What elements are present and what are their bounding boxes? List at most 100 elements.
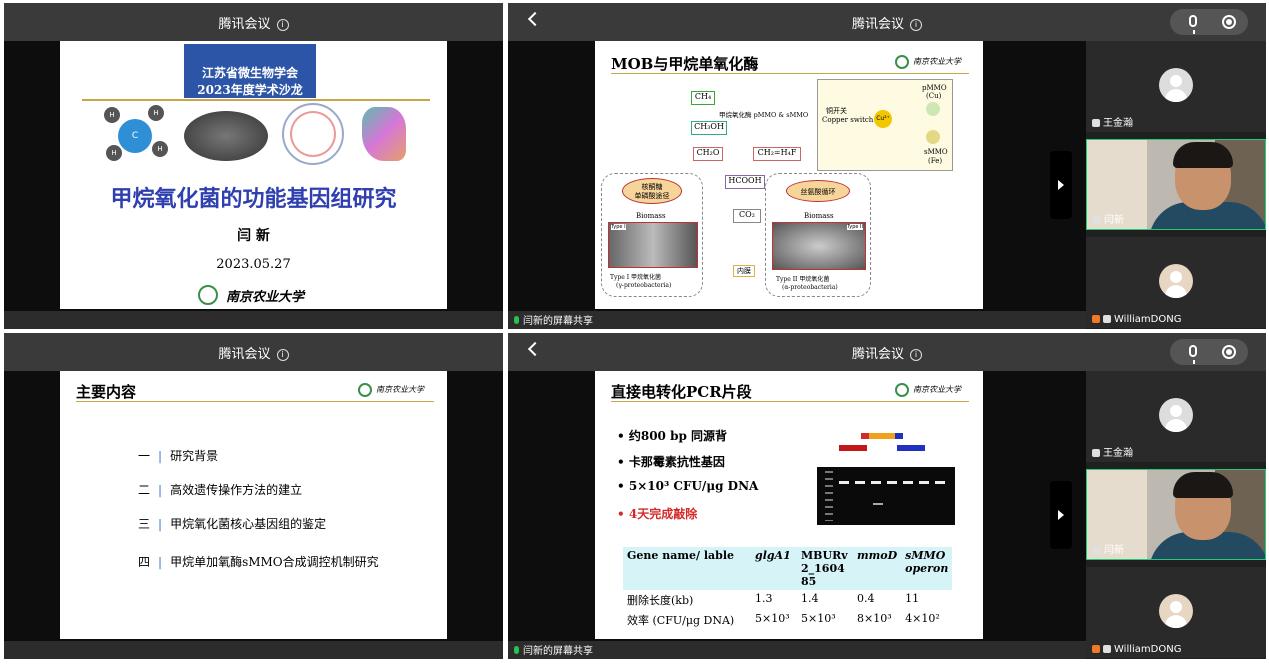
microphone-icon[interactable]	[1189, 345, 1197, 364]
table-cell: 0.4	[857, 592, 875, 605]
user-icon	[1092, 645, 1100, 653]
participant-name: 闫新	[1104, 545, 1124, 556]
serine-cycle-label: 丝氨酸循环	[786, 180, 850, 202]
slide-main-title: 甲烷氧化菌的功能基因组研究	[110, 186, 397, 212]
mic-icon	[1093, 216, 1101, 224]
bullet-item-highlight: • 4天完成敲除	[617, 507, 698, 521]
title-divider	[76, 401, 434, 402]
slide-title: 直接电转化PCR片段	[611, 383, 752, 401]
participant-tile-video[interactable]: 闫新	[1086, 469, 1266, 560]
mic-icon	[1093, 546, 1101, 554]
record-icon[interactable]	[1222, 15, 1236, 29]
participant-tile[interactable]: WilliamDONG	[1086, 567, 1266, 658]
banner-line-2: 2023年度学术沙龙	[197, 83, 303, 97]
carbon-atom: C	[118, 119, 152, 153]
info-icon[interactable]: i	[276, 19, 289, 31]
table-row: 删除长度(kb) 1.3 1.4 0.4 11	[623, 590, 952, 610]
contents-item: 四 | 甲烷单加氧酶sMMO合成调控机制研究	[138, 555, 379, 569]
type2-caption: Type II 甲烷氧化菌	[776, 276, 830, 283]
participant-tile[interactable]: WilliamDONG	[1086, 237, 1266, 328]
microphone-icon[interactable]	[1189, 15, 1197, 34]
call-controls	[1170, 9, 1248, 35]
biomass-label: Biomass	[804, 212, 834, 220]
university-name: 南京农业大学	[913, 385, 961, 394]
hydrogen-atom: H	[106, 145, 122, 161]
university-logo	[358, 383, 372, 397]
next-page-arrow[interactable]	[1050, 151, 1072, 219]
participant-name: 闫新	[1104, 215, 1124, 226]
hydrogen-atom: H	[104, 107, 120, 123]
sad-face-icon	[926, 130, 940, 144]
app-title: 腾讯会议	[851, 17, 904, 32]
hydrogen-atom: H	[148, 105, 164, 121]
table-header: glgA1	[755, 549, 791, 562]
ch2o-box: CH₂O	[693, 147, 723, 161]
meeting-window-bottom-left: 腾讯会议 i 主要内容 南京农业大学 一 | 研究背景 二 | 高效遗传操作方法的建立 三…	[4, 333, 503, 659]
contents-item: 二 | 高效遗传操作方法的建立	[138, 483, 303, 497]
construct-diagram	[839, 431, 939, 455]
participant-tile[interactable]: 王金瀚	[1086, 371, 1266, 462]
muted-mic-icon	[1092, 119, 1100, 127]
copper-switch-label-en: Copper switch	[822, 116, 874, 124]
pmmo-metal: (Cu)	[926, 92, 942, 100]
info-icon[interactable]: i	[910, 349, 922, 361]
ch3oh-box: CH₃OH	[691, 121, 727, 135]
bullet-item: • 5×10³ CFU/μg DNA	[617, 479, 759, 493]
table-header: mmoD	[857, 549, 898, 562]
table-header: sMMO operon	[905, 549, 949, 575]
slide-mob: MOB与甲烷单氧化酶 南京农业大学 CH₄ 甲烷氧化酶 pMMO & sMMO …	[595, 41, 983, 309]
avatar-icon	[1159, 398, 1193, 432]
record-icon[interactable]	[1222, 345, 1236, 359]
participant-tile[interactable]: 王金瀚	[1086, 41, 1266, 132]
next-page-arrow[interactable]	[1050, 481, 1072, 549]
pmmo-label: pMMO	[922, 84, 947, 92]
participant-name: WilliamDONG	[1114, 314, 1182, 325]
contents-item: 一 | 研究背景	[138, 449, 219, 463]
bacterium-micrograph	[184, 111, 268, 161]
type1-caption: Type I 甲烷氧化菌	[610, 274, 661, 281]
enzyme-label: 甲烷氧化酶 pMMO & sMMO	[719, 111, 809, 119]
author-name: 闫 新	[237, 228, 270, 244]
table-cell: 4×10²	[905, 612, 940, 625]
gel-image	[817, 467, 955, 525]
smile-face-icon	[926, 102, 940, 116]
type2-cell-group: 丝氨酸循环 Biomass Type II Type II 甲烷氧化菌 (α-p…	[765, 173, 871, 297]
participant-name: 王金瀚	[1103, 448, 1133, 459]
title-bar: 腾讯会议 i	[508, 3, 1266, 41]
protein-structure-image	[362, 107, 406, 161]
table-header: MBURv2_160485	[801, 549, 848, 588]
genome-map-image	[282, 103, 344, 165]
info-icon[interactable]: i	[910, 19, 922, 31]
type2-subcaption: (α-proteobacteria)	[782, 284, 838, 291]
title-divider	[611, 401, 969, 402]
university-logo	[198, 285, 218, 305]
title-bar: 腾讯会议 i	[508, 333, 1266, 371]
smmo-label: sMMO	[924, 148, 948, 156]
info-icon[interactable]: i	[276, 349, 289, 361]
table-header-row: Gene name/ lable glgA1 MBURv2_160485 mmo…	[623, 547, 953, 590]
muted-mic-icon	[1103, 315, 1111, 323]
type1-cell-group: 核酮糖 单磷酸途径 Biomass Type I Type I 甲烷氧化菌 (γ-…	[601, 173, 703, 297]
screen-share-label: 闫新的屏幕共享	[523, 646, 593, 657]
title-divider	[611, 73, 969, 74]
table-cell: 删除长度(kb)	[627, 594, 694, 607]
avatar-photo	[1159, 594, 1193, 628]
participant-name: 王金瀚	[1103, 118, 1133, 129]
methane-molecule-image: C H H H H	[100, 105, 170, 163]
presentation-date: 2023.05.27	[216, 257, 291, 272]
participant-tile-video[interactable]: 闫新	[1086, 139, 1266, 230]
type2-micrograph: Type II	[772, 222, 866, 270]
type2-tag: Type II	[846, 224, 863, 230]
muted-mic-icon	[1092, 449, 1100, 457]
bottom-bar: 闫新的屏幕共享	[508, 311, 1086, 329]
avatar-icon	[1159, 68, 1193, 102]
participant-name: WilliamDONG	[1114, 644, 1182, 655]
university-name: 南京农业大学	[226, 290, 305, 305]
table-cell: 效率 (CFU/μg DNA)	[627, 614, 735, 627]
hydrogen-atom: H	[152, 141, 168, 157]
bullet-item: • 卡那霉素抗性基因	[617, 455, 725, 469]
university-logo	[895, 55, 909, 69]
university-logo	[895, 383, 909, 397]
user-icon	[1092, 315, 1100, 323]
banner-divider	[82, 99, 430, 101]
